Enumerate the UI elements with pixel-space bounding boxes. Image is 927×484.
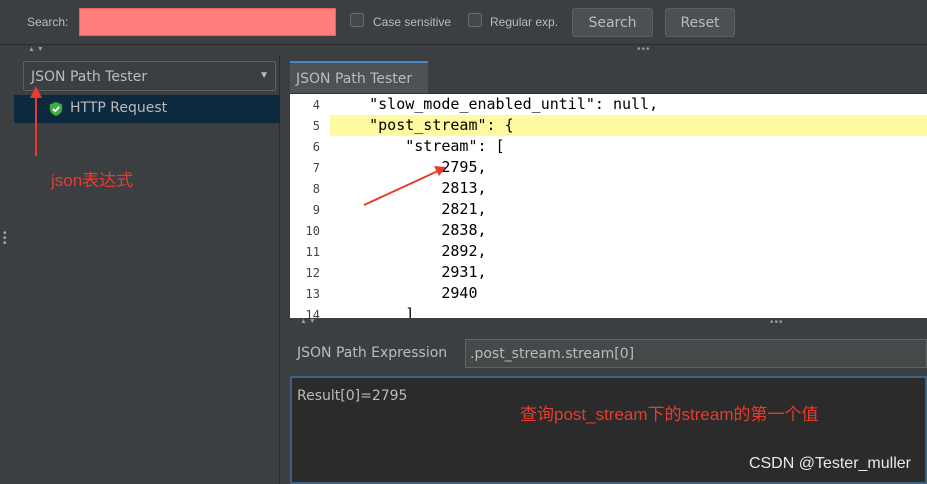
line-number: 8 — [312, 182, 320, 196]
code-text: 2821, — [333, 200, 487, 218]
splitter-dots-icon: ••• — [637, 44, 651, 55]
line-number: 12 — [305, 266, 320, 280]
line-number: 11 — [305, 245, 320, 259]
line-number: 13 — [305, 287, 320, 301]
code-line: 4 "slow_mode_enabled_until": null, — [290, 94, 927, 115]
shield-check-icon — [49, 101, 63, 117]
code-line: 6 "stream": [ — [290, 136, 927, 157]
case-sensitive-label: Case sensitive — [373, 15, 452, 29]
collapse-arrows-icon[interactable]: ▲▼ — [28, 46, 46, 53]
tester-select-value: JSON Path Tester — [31, 69, 148, 85]
line-number: 9 — [312, 203, 320, 217]
code-text: 2813, — [333, 179, 487, 197]
code-line: 7 2795, — [290, 157, 927, 178]
code-text: "post_stream": { — [333, 116, 514, 134]
reset-button[interactable]: Reset — [665, 8, 735, 37]
tester-select[interactable]: JSON Path Tester ▼ — [23, 61, 276, 91]
search-input[interactable] — [79, 8, 336, 36]
chevron-down-icon: ▼ — [259, 70, 269, 81]
code-text: "slow_mode_enabled_until": null, — [333, 95, 659, 113]
json-path-expression-value: .post_stream.stream[0] — [470, 346, 635, 362]
tab-label: JSON Path Tester — [296, 71, 413, 87]
top-splitter[interactable]: ▲▼ ••• — [0, 44, 927, 56]
code-text: 2838, — [333, 221, 487, 239]
middle-splitter[interactable]: ▲▼ ••• — [290, 318, 927, 328]
annotation-json-expression: json表达式 — [51, 171, 134, 190]
annotation-query-note: 查询post_stream下的stream的第一个值 — [520, 405, 819, 424]
code-text: 2940 — [333, 284, 478, 302]
code-line: 14 ] — [290, 304, 927, 318]
splitter-dots-icon: ••• — [770, 317, 784, 328]
line-number: 10 — [305, 224, 320, 238]
json-path-expression-label: JSON Path Expression — [297, 345, 448, 361]
tree-item-http-request[interactable]: HTTP Request — [14, 95, 280, 123]
json-path-expression-input[interactable]: .post_stream.stream[0] — [465, 339, 927, 368]
search-button[interactable]: Search — [572, 8, 653, 37]
watermark: CSDN @Tester_muller — [748, 455, 911, 472]
code-text: "stream": [ — [333, 137, 505, 155]
code-line: 12 2931, — [290, 262, 927, 283]
line-number: 6 — [312, 140, 320, 154]
code-line: 11 2892, — [290, 241, 927, 262]
line-number: 14 — [305, 308, 320, 318]
result-text: Result[0]=2795 — [297, 388, 408, 404]
search-label: Search: — [27, 15, 69, 29]
code-line: 5 "post_stream": { — [290, 115, 927, 136]
left-panel: JSON Path Tester ▼ HTTP Request — [14, 56, 280, 484]
case-sensitive-checkbox[interactable] — [350, 13, 364, 27]
collapse-arrows-icon[interactable]: ▲▼ — [300, 318, 318, 325]
vertical-dots-icon: ••• — [3, 228, 7, 249]
code-line: 9 2821, — [290, 199, 927, 220]
json-response-editor[interactable]: 4 "slow_mode_enabled_until": null, 5 "pos… — [290, 94, 927, 318]
regular-exp-checkbox[interactable] — [468, 13, 482, 27]
code-line: 13 2940 — [290, 283, 927, 304]
search-bar: Search: Case sensitive Regular exp. Sear… — [0, 0, 927, 44]
line-number: 5 — [312, 119, 320, 133]
code-text: 2892, — [333, 242, 487, 260]
left-edge-splitter[interactable]: • • • — [0, 56, 14, 484]
line-number: 7 — [312, 161, 320, 175]
tab-json-path-tester[interactable]: JSON Path Tester — [290, 61, 428, 93]
code-line: 8 2813, — [290, 178, 927, 199]
line-number: 4 — [312, 98, 320, 112]
code-line: 10 2838, — [290, 220, 927, 241]
code-text: 2795, — [333, 158, 487, 176]
code-text: 2931, — [333, 263, 487, 281]
tree-item-label: HTTP Request — [70, 100, 168, 116]
regular-exp-label: Regular exp. — [490, 15, 559, 29]
code-text: ] — [333, 305, 415, 318]
